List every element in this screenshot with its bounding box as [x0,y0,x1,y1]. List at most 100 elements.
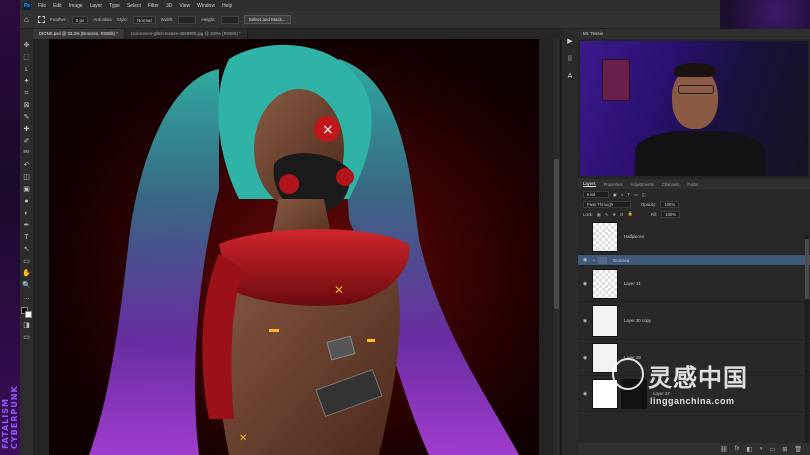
adjustment-icon[interactable]: ◑ [759,446,763,452]
eye-icon[interactable]: ◉ [578,355,592,361]
photoshop-logo-icon[interactable]: Ps [23,1,31,10]
brush-icon[interactable]: ✐ [22,137,31,146]
canvas-vertical-scrollbar[interactable] [553,39,560,455]
zoom-icon[interactable]: 🔍 [22,281,31,290]
marquee-tool-icon[interactable] [38,16,45,23]
antialias-checkbox[interactable]: Anti-alias [93,17,112,22]
layer-group-row[interactable]: ◉ ⌄ Bronzea [578,255,810,266]
menu-edit[interactable]: Edit [53,3,62,9]
menu-filter[interactable]: Filter [148,3,159,9]
link-icon[interactable]: ⛓ [720,446,728,453]
tab-paths[interactable]: Paths [687,182,698,187]
menu-type[interactable]: Type [109,3,120,9]
color-swatches[interactable] [21,307,32,318]
feather-input[interactable]: 0 px [71,15,89,24]
menu-help[interactable]: Help [222,3,232,9]
filter-type-icon[interactable]: T [628,192,631,197]
eye-icon[interactable]: ◉ [578,281,592,287]
lock-artboard-icon[interactable]: ⊡ [620,212,624,217]
canvas-area[interactable]: × ✕ ✕ [33,39,553,455]
more-icon[interactable]: … [22,293,31,302]
mask-icon[interactable]: ◧ [746,446,752,453]
lock-position-icon[interactable]: ✥ [613,212,617,217]
path-select-icon[interactable]: ↖ [22,245,31,254]
fill-input[interactable]: 100% [661,210,680,218]
chevron-down-icon[interactable]: ⌄ [592,257,596,263]
filter-smart-icon[interactable]: ◫ [642,192,646,197]
layer-name[interactable]: Bronzea [613,258,629,263]
layer-name[interactable]: Halfpieces [624,234,644,239]
eraser-icon[interactable]: ◫ [22,173,31,182]
delete-icon[interactable]: 🗑 [794,446,802,453]
lock-all-icon[interactable]: 🔒 [628,211,633,217]
blur-icon[interactable]: ● [22,197,31,206]
new-layer-icon[interactable]: ⊞ [782,446,787,453]
layers-scroll-thumb[interactable] [805,239,809,299]
select-and-mask-button[interactable]: Select and Mask... [243,15,291,24]
tab-glitch-texture[interactable]: tool-screen-glitch-texture-4669905.jpg @… [124,29,248,39]
blend-mode-select[interactable]: Pass Through [583,200,631,208]
width-input[interactable] [178,15,197,24]
home-icon[interactable]: ⌂ [24,15,33,24]
filter-shape-icon[interactable]: ▭ [634,192,638,197]
style-select[interactable]: Normal [133,15,156,24]
artwork-canvas[interactable]: × ✕ ✕ [49,39,539,455]
filter-adjust-icon[interactable]: ◐ [621,192,624,197]
eyedropper-icon[interactable]: ✎ [22,113,31,122]
tab-properties[interactable]: Properties [604,182,623,187]
filter-kind-select[interactable]: Kind [583,190,609,198]
canvas-scroll-thumb[interactable] [554,159,559,309]
lock-transparent-icon[interactable]: ▦ [597,212,601,217]
hand-icon[interactable]: ✋ [22,269,31,278]
stamp-icon[interactable]: ⎃ [22,149,31,158]
tab-channels[interactable]: Channels [662,182,680,187]
type-icon[interactable]: T [22,233,31,242]
layer-comps-icon[interactable]: ⠿ [565,55,575,63]
layers-scrollbar[interactable] [805,235,809,445]
layer-name[interactable]: Layer 30 copy [624,318,651,323]
pen-icon[interactable]: ✒ [22,221,31,230]
tab-dione-psd[interactable]: DIONE.psd @ 33,3% (Bronzea, RGB/8) * [33,29,125,39]
menu-image[interactable]: Image [69,3,83,9]
webcam-title: Mr. Tessin [583,31,604,36]
tab-layers[interactable]: Layers [583,181,596,187]
eye-icon[interactable]: ◉ [578,318,592,324]
play-icon[interactable]: ▶ [565,37,575,45]
fx-icon[interactable]: fx [735,446,740,452]
filter-pixel-icon[interactable]: ▣ [613,192,617,197]
lasso-icon[interactable]: ʟ [22,65,31,74]
gradient-icon[interactable]: ▣ [22,185,31,194]
healing-icon[interactable]: ✚ [22,125,31,134]
app-window: FATALISM CYBERPUNK Ps File Edit Image La… [0,0,810,455]
frame-icon[interactable]: ⊠ [22,101,31,110]
lock-label: Lock: [583,211,594,217]
character-icon[interactable]: A [565,73,575,80]
magic-wand-icon[interactable]: ✦ [22,77,31,86]
menu-select[interactable]: Select [127,3,141,9]
crop-icon[interactable]: ⌗ [22,89,31,98]
background-color-swatch[interactable] [25,311,32,318]
quick-mask-icon[interactable]: ◨ [22,321,31,330]
screen-mode-icon[interactable]: ▭ [22,333,31,342]
dodge-icon[interactable]: ◐ [22,209,31,218]
menu-3d[interactable]: 3D [166,3,172,9]
move-icon[interactable]: ✥ [22,41,31,50]
menu-window[interactable]: Window [197,3,215,9]
height-input[interactable] [220,15,239,24]
layer-row[interactable]: ◉ Layer 31 [578,266,810,302]
eye-icon[interactable]: ◉ [578,391,592,397]
layer-row[interactable]: ◉ Layer 30 copy [578,302,810,340]
menu-layer[interactable]: Layer [90,3,103,9]
marquee-icon[interactable]: ⬚ [22,53,31,62]
opacity-input[interactable]: 100% [660,200,680,208]
eye-icon[interactable]: ◉ [578,257,592,263]
tab-adjustments[interactable]: Adjustments [631,182,654,187]
group-icon[interactable]: ▭ [770,446,776,453]
menu-file[interactable]: File [38,3,46,9]
shape-icon[interactable]: ▭ [22,257,31,266]
lock-pixels-icon[interactable]: ✎ [605,212,609,217]
layer-row[interactable]: Halfpieces [578,219,810,255]
history-brush-icon[interactable]: ↶ [22,161,31,170]
layer-name[interactable]: Layer 31 [624,281,641,286]
menu-view[interactable]: View [179,3,190,9]
